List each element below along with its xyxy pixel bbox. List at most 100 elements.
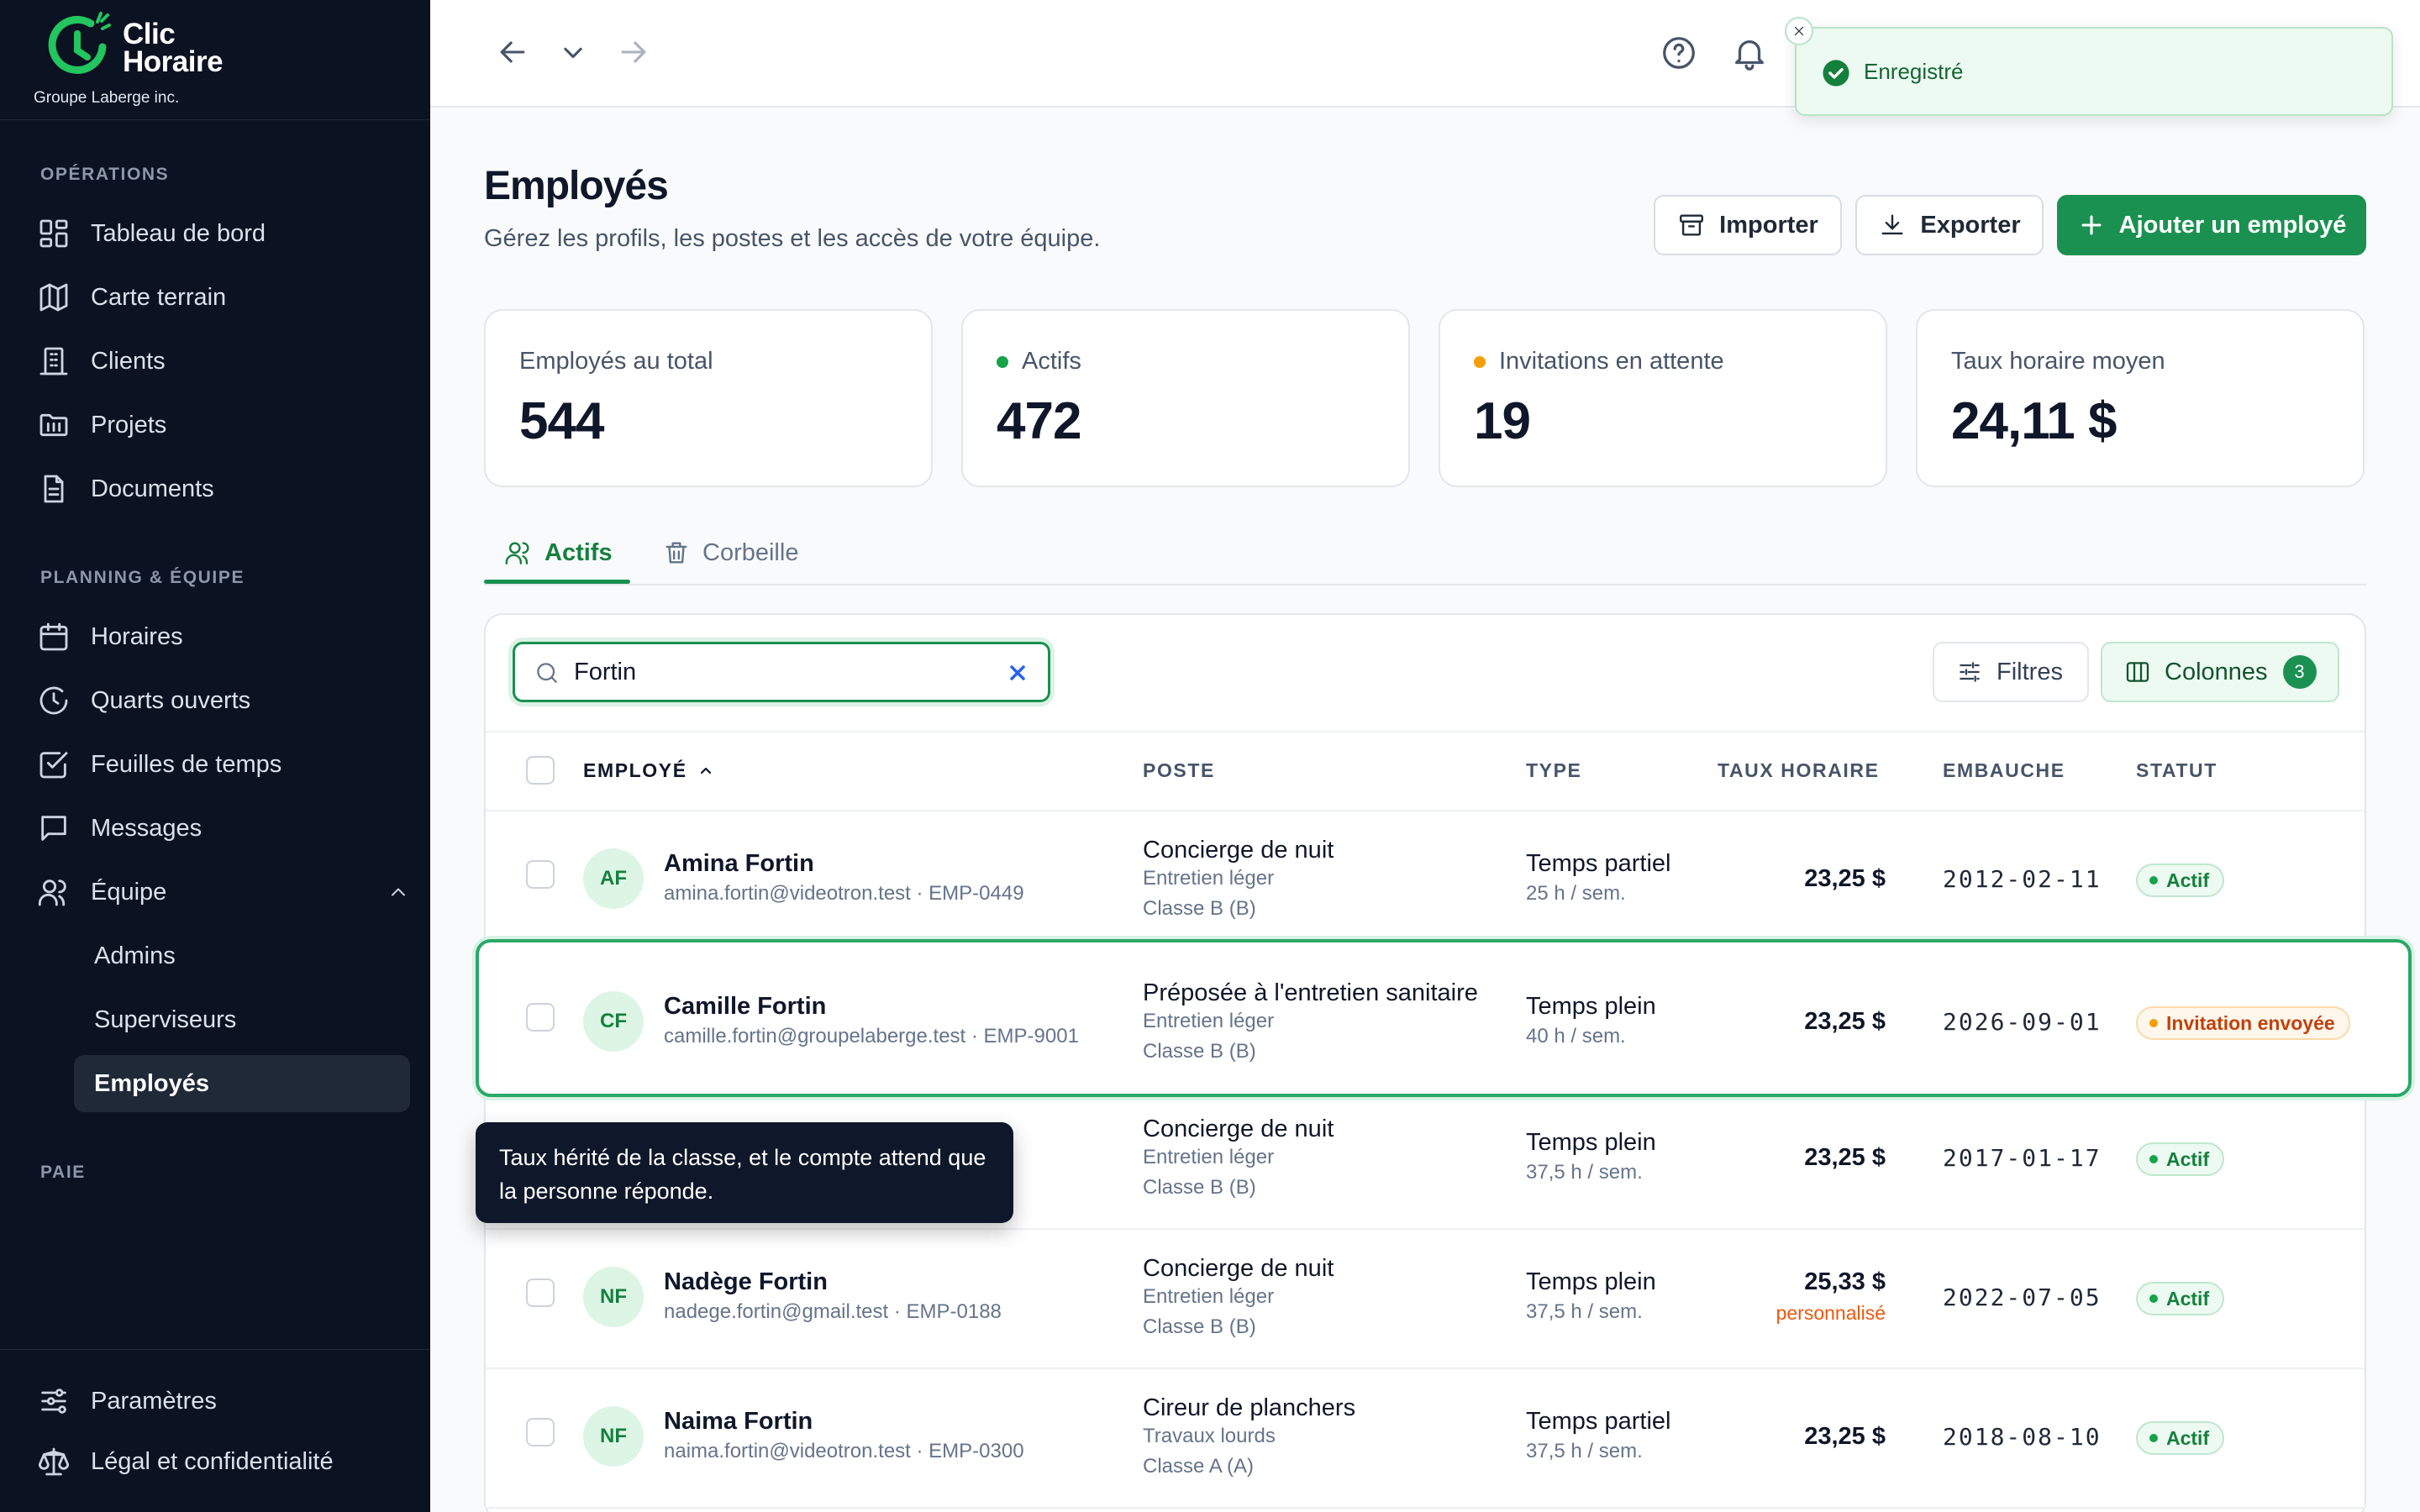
- sidebar-subitem-supervisors[interactable]: Superviseurs: [74, 991, 410, 1048]
- hire-date: 2022-07-05: [1943, 1284, 2102, 1311]
- sidebar-item-map[interactable]: Carte terrain: [37, 269, 410, 326]
- sidebar-subitem-employees[interactable]: Employés: [74, 1055, 410, 1112]
- tab-trash[interactable]: Corbeille: [662, 521, 798, 585]
- column-header-employee[interactable]: EMPLOYÉ: [583, 759, 716, 782]
- sidebar-item-messages[interactable]: Messages: [37, 800, 410, 857]
- avatar: CF: [583, 991, 644, 1052]
- chevron-down-icon[interactable]: [555, 34, 592, 71]
- sidebar: Clic Horaire Groupe Laberge inc. OPÉRATIO…: [0, 0, 430, 1512]
- sidebar-item-clients[interactable]: Clients: [37, 333, 410, 390]
- status-dot: [2149, 1294, 2158, 1303]
- archive-icon: [1680, 214, 1704, 236]
- select-all-checkbox[interactable]: [526, 756, 555, 785]
- clear-search-icon[interactable]: [1006, 661, 1029, 685]
- employment-type: Temps plein: [1526, 1129, 1656, 1156]
- sidebar-item-label: Paramètres: [91, 1387, 217, 1415]
- status-badge: Actif: [2136, 1142, 2225, 1176]
- plus-icon: [2081, 215, 2102, 235]
- sidebar-item-timesheets[interactable]: Feuilles de temps: [37, 736, 410, 793]
- sidebar-item-projects[interactable]: Projets: [37, 396, 410, 454]
- column-header-position[interactable]: POSTE: [1143, 759, 1215, 782]
- import-button-label: Importer: [1719, 211, 1818, 239]
- stat-label: Taux horaire moyen: [1951, 348, 2165, 375]
- sidebar-item-legal[interactable]: Légal et confidentialité: [37, 1433, 410, 1490]
- chevron-up-icon[interactable]: [387, 880, 410, 904]
- employee-name[interactable]: Naima Fortin: [664, 1408, 813, 1436]
- forward-arrow-icon[interactable]: [615, 34, 652, 71]
- sidebar-item-settings[interactable]: Paramètres: [37, 1373, 410, 1430]
- columns-button[interactable]: Colonnes 3: [2101, 642, 2339, 702]
- export-button[interactable]: Exporter: [1855, 195, 2044, 255]
- position-title: Cireur de planchers: [1143, 1394, 1356, 1421]
- filters-button[interactable]: Filtres: [1933, 642, 2089, 702]
- weekly-hours: 37,5 h / sem.: [1526, 1440, 1643, 1462]
- toast-close-button[interactable]: [1785, 17, 1813, 45]
- hourly-rate: 23,25 $: [1804, 1008, 1886, 1035]
- row-checkbox[interactable]: [526, 1278, 555, 1307]
- pending-dot: [1474, 355, 1486, 368]
- column-header-status[interactable]: STATUT: [2136, 759, 2217, 782]
- company-name: Groupe Laberge inc.: [34, 89, 180, 107]
- table-row[interactable]: NF Nadège Fortin nadege.fortin@gmail.tes…: [486, 1230, 2365, 1369]
- hourly-rate: 25,33 $: [1804, 1268, 1886, 1295]
- search-input[interactable]: [574, 654, 977, 690]
- sidebar-item-label: Messages: [91, 814, 203, 842]
- employee-name[interactable]: Nadège Fortin: [664, 1268, 828, 1296]
- hire-date: 2012-02-11: [1943, 865, 2102, 893]
- page-subtitle: Gérez les profils, les postes et les acc…: [484, 225, 1101, 252]
- sidebar-item-label: Carte terrain: [91, 283, 227, 311]
- toast-message: Enregistré: [1864, 59, 1964, 84]
- tab-label: Actifs: [544, 538, 613, 566]
- sidebar-subitem-admins[interactable]: Admins: [74, 927, 410, 984]
- sidebar-divider: [0, 1349, 430, 1350]
- brand-logo-icon: [48, 12, 111, 74]
- page-title: Employés: [484, 164, 669, 208]
- stat-label: Actifs: [997, 348, 1081, 375]
- sidebar-item-dashboard[interactable]: Tableau de bord: [37, 205, 410, 262]
- position-class: Classe A (A): [1143, 1455, 1255, 1478]
- status-badge: Invitation envoyée: [2136, 1006, 2350, 1040]
- sidebar-item-schedules[interactable]: Horaires: [37, 608, 410, 665]
- position-title: Concierge de nuit: [1143, 1116, 1334, 1142]
- sidebar-item-label: Feuilles de temps: [91, 750, 282, 778]
- table-header: EMPLOYÉ POSTE TYPE TAUX HORAIRE EMBAUCHE…: [486, 731, 2365, 811]
- back-arrow-icon[interactable]: [494, 34, 531, 71]
- sidebar-item-open-shifts[interactable]: Quarts ouverts: [37, 672, 410, 729]
- sidebar-item-label: Clients: [91, 347, 166, 375]
- bell-icon[interactable]: [1730, 34, 1769, 72]
- trash-icon: [666, 542, 687, 564]
- logo[interactable]: Clic Horaire: [42, 8, 328, 84]
- employee-name[interactable]: Amina Fortin: [664, 850, 814, 878]
- add-employee-button-label: Ajouter un employé: [2118, 211, 2347, 239]
- message-icon: [41, 816, 66, 841]
- row-checkbox[interactable]: [526, 1003, 555, 1032]
- status-badge: Actif: [2136, 864, 2225, 897]
- check-circle-icon: [1823, 60, 1849, 87]
- avatar: NF: [583, 1406, 644, 1467]
- sidebar-item-documents[interactable]: Documents: [37, 460, 410, 517]
- employee-name[interactable]: Camille Fortin: [664, 993, 826, 1021]
- table-row[interactable]: AF Amina Fortin amina.fortin@videotron.t…: [486, 811, 2365, 951]
- import-button[interactable]: Importer: [1654, 195, 1842, 255]
- filters-label: Filtres: [1996, 658, 2063, 685]
- employment-type: Temps plein: [1526, 993, 1656, 1020]
- row-checkbox[interactable]: [526, 1418, 555, 1446]
- column-header-rate[interactable]: TAUX HORAIRE: [1718, 759, 1880, 782]
- position-category: Entretien léger: [1143, 1285, 1275, 1308]
- sidebar-item-label: Quarts ouverts: [91, 686, 251, 714]
- status-dot: [2149, 876, 2158, 885]
- tab-active[interactable]: Actifs: [504, 521, 613, 585]
- sliders-icon: [41, 1389, 66, 1414]
- table-row-highlighted[interactable]: CF Camille Fortin camille.fortin@groupel…: [476, 939, 2412, 1097]
- search-field[interactable]: [513, 642, 1050, 702]
- column-header-type[interactable]: TYPE: [1526, 759, 1581, 782]
- add-employee-button[interactable]: Ajouter un employé: [2057, 195, 2366, 255]
- row-checkbox[interactable]: [526, 860, 555, 889]
- columns-count-badge: 3: [2282, 655, 2317, 689]
- column-header-hire-date[interactable]: EMBAUCHE: [1943, 759, 2065, 782]
- table-row[interactable]: NF Naima Fortin naima.fortin@videotron.t…: [486, 1369, 2365, 1509]
- help-icon[interactable]: [1660, 34, 1698, 72]
- sidebar-item-team[interactable]: Équipe: [37, 864, 410, 921]
- sidebar-item-label: Horaires: [91, 622, 183, 650]
- sidebar-item-label: Projets: [91, 411, 167, 438]
